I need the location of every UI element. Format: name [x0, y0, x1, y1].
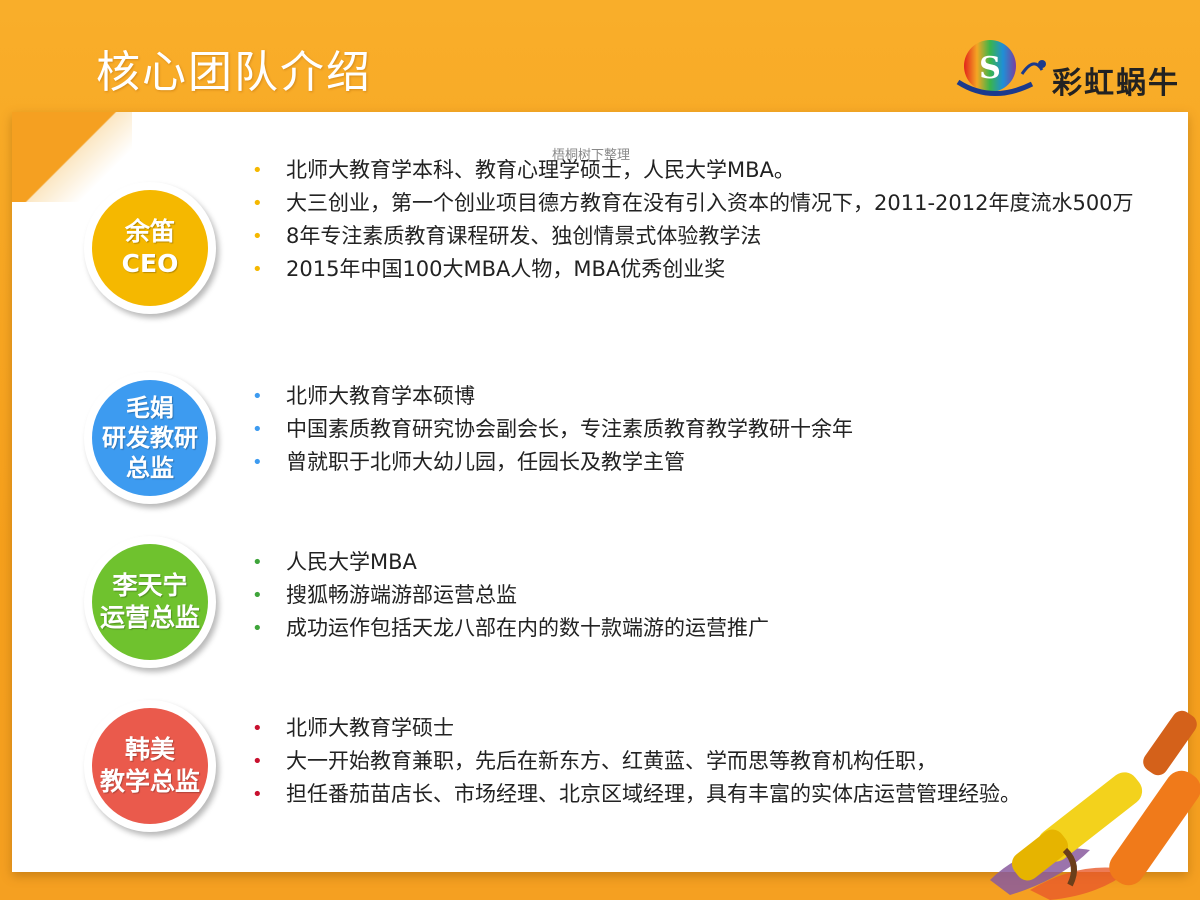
member-badge: 韩美 教学总监	[84, 700, 216, 832]
bullet-text: 北师大教育学本硕博	[286, 384, 475, 408]
list-item: • 担任番茄苗店长、市场经理、北京区域经理，具有丰富的实体店运营管理经验。	[252, 778, 1021, 811]
member-badge: 李天宁 运营总监	[84, 536, 216, 668]
bullet-dot-icon: •	[252, 193, 263, 214]
list-item: • 8年专注素质教育课程研发、独创情景式体验教学法	[252, 220, 1146, 253]
bullet-text: 北师大教育学硕士	[286, 716, 454, 740]
paint-brushes-decoration	[990, 710, 1200, 900]
bullet-dot-icon: •	[252, 718, 263, 739]
member-bullet-list: • 北师大教育学硕士 • 大一开始教育兼职，先后在新东方、红黄蓝、学而思等教育机构任…	[252, 712, 1021, 811]
bullet-dot-icon: •	[252, 784, 263, 805]
bullet-dot-icon: •	[252, 160, 263, 181]
member-badge-circle: 毛娟 研发教研 总监	[92, 380, 208, 496]
list-item: • 大三创业，第一个创业项目德方教育在没有引入资本的情况下，2011-2012年度…	[252, 187, 1146, 220]
bullet-dot-icon: •	[252, 259, 263, 280]
bullet-dot-icon: •	[252, 552, 263, 573]
bullet-text: 搜狐畅游端游部运营总监	[286, 583, 517, 607]
member-role: 总监	[126, 454, 174, 482]
list-item: • 搜狐畅游端游部运营总监	[252, 579, 769, 612]
list-item: • 中国素质教育研究协会副会长，专注素质教育教学教研十余年	[252, 413, 853, 446]
list-item: • 成功运作包括天龙八部在内的数十款端游的运营推广	[252, 612, 769, 645]
page-curl-decoration	[12, 112, 132, 202]
bullet-dot-icon: •	[252, 386, 263, 407]
bullet-text: 成功运作包括天龙八部在内的数十款端游的运营推广	[286, 616, 769, 640]
member-badge: 毛娟 研发教研 总监	[84, 372, 216, 504]
page-title: 核心团队介绍	[96, 47, 372, 98]
bullet-dot-icon: •	[252, 419, 263, 440]
logo-text: 彩虹蜗牛	[1052, 66, 1180, 101]
bullet-dot-icon: •	[252, 452, 263, 473]
member-bullet-list: • 北师大教育学本硕博 • 中国素质教育研究协会副会长，专注素质教育教学教研十余年 …	[252, 380, 853, 479]
bullet-dot-icon: •	[252, 585, 263, 606]
bullet-text: 中国素质教育研究协会副会长，专注素质教育教学教研十余年	[286, 417, 853, 441]
member-name: 李天宁	[112, 571, 188, 600]
member-bullet-list: • 人民大学MBA • 搜狐畅游端游部运营总监 • 成功运作包括天龙八部在内的数十款端…	[252, 546, 769, 645]
list-item: • 2015年中国100大MBA人物，MBA优秀创业奖	[252, 253, 1146, 286]
member-role: 研发教研	[102, 424, 198, 452]
bullet-text: 担任番茄苗店长、市场经理、北京区域经理，具有丰富的实体店运营管理经验。	[286, 782, 1021, 806]
list-item: • 北师大教育学本硕博	[252, 380, 853, 413]
bullet-text: 曾就职于北师大幼儿园，任园长及教学主管	[286, 450, 685, 474]
member-badge-circle: 余笛 CEO	[92, 190, 208, 306]
member-name: 毛娟	[126, 394, 174, 422]
member-name: 余笛	[124, 217, 175, 246]
list-item: • 北师大教育学硕士	[252, 712, 1021, 745]
member-badge-circle: 韩美 教学总监	[92, 708, 208, 824]
member-role: 运营总监	[99, 603, 200, 632]
member-badge: 余笛 CEO	[84, 182, 216, 314]
bullet-text: 大三创业，第一个创业项目德方教育在没有引入资本的情况下，2011-2012年度流…	[286, 191, 1134, 215]
bullet-dot-icon: •	[252, 751, 263, 772]
member-name: 韩美	[124, 735, 175, 764]
bullet-dot-icon: •	[252, 618, 263, 639]
bullet-text: 2015年中国100大MBA人物，MBA优秀创业奖	[286, 257, 726, 281]
bullet-dot-icon: •	[252, 226, 263, 247]
bullet-text: 北师大教育学本科、教育心理学硕士，人民大学MBA。	[286, 158, 795, 182]
bullet-text: 人民大学MBA	[286, 550, 417, 574]
list-item: • 人民大学MBA	[252, 546, 769, 579]
member-badge-circle: 李天宁 运营总监	[92, 544, 208, 660]
member-bullet-list: • 北师大教育学本科、教育心理学硕士，人民大学MBA。 • 大三创业，第一个创业项目…	[252, 154, 1146, 286]
bullet-text: 大一开始教育兼职，先后在新东方、红黄蓝、学而思等教育机构任职，	[286, 749, 937, 773]
list-item: • 曾就职于北师大幼儿园，任园长及教学主管	[252, 446, 853, 479]
member-role: CEO	[121, 249, 179, 278]
list-item: • 大一开始教育兼职，先后在新东方、红黄蓝、学而思等教育机构任职，	[252, 745, 1021, 778]
bullet-text: 8年专注素质教育课程研发、独创情景式体验教学法	[286, 224, 762, 248]
list-item: • 北师大教育学本科、教育心理学硕士，人民大学MBA。	[252, 154, 1146, 187]
member-role: 教学总监	[99, 767, 200, 796]
svg-text:S: S	[979, 51, 1001, 86]
